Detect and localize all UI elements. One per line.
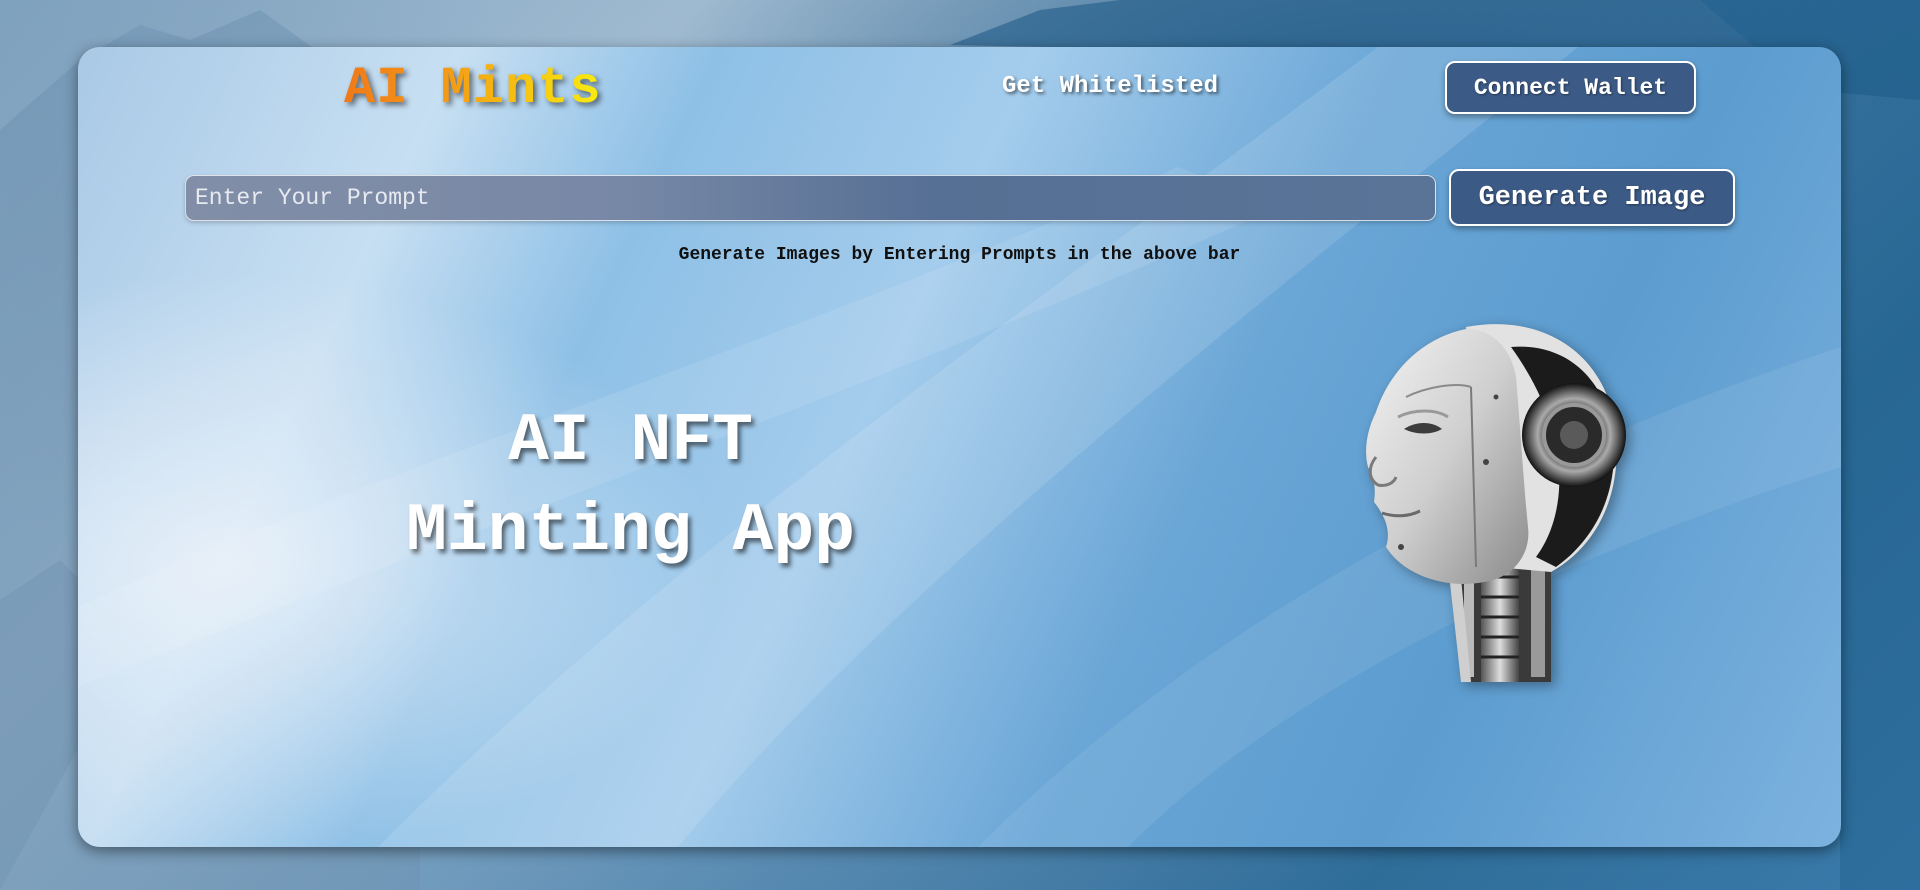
logo[interactable]: AI Mints <box>344 59 602 118</box>
get-whitelisted-link[interactable]: Get Whitelisted <box>1002 73 1218 100</box>
prompt-input[interactable] <box>185 175 1436 221</box>
generate-image-button[interactable]: Generate Image <box>1449 169 1735 226</box>
hero-title-line1: AI NFT <box>508 403 753 480</box>
prompt-hint: Generate Images by Entering Prompts in t… <box>678 245 1241 265</box>
main-panel: AI Mints Get Whitelisted Connect Wallet … <box>78 47 1841 847</box>
hero-title: AI NFT Minting App <box>298 397 963 577</box>
robot-head-icon <box>1366 324 1626 682</box>
hero-title-line2: Minting App <box>406 493 855 570</box>
connect-wallet-button[interactable]: Connect Wallet <box>1445 61 1696 114</box>
